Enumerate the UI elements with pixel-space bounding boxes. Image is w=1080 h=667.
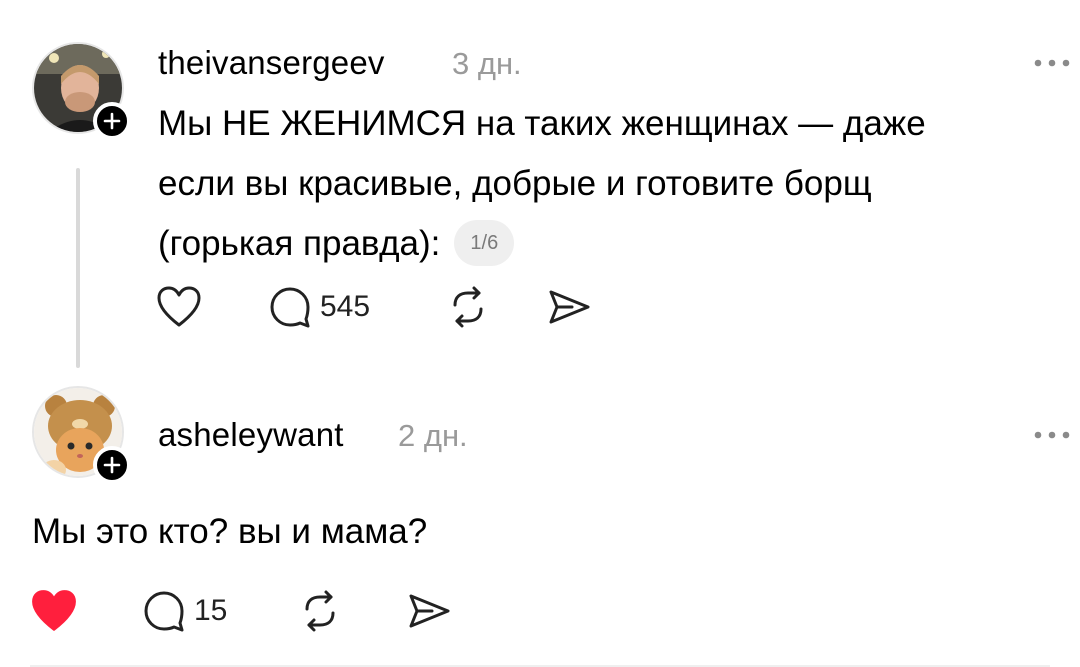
comment-button[interactable]: 545 xyxy=(268,285,446,329)
more-icon xyxy=(1034,431,1070,439)
share-button[interactable] xyxy=(406,589,452,633)
share-button[interactable] xyxy=(546,285,592,329)
heart-outline-icon xyxy=(157,286,201,327)
comment-icon xyxy=(144,591,184,632)
repost-icon xyxy=(305,590,335,632)
thread-post: theivansergeev 3 дн. Мы НЕ ЖЕНИМСЯ на та… xyxy=(0,0,1080,380)
username[interactable]: asheleywant xyxy=(158,416,344,454)
repost-button[interactable] xyxy=(298,589,406,633)
repost-button[interactable] xyxy=(446,285,546,329)
timestamp: 3 дн. xyxy=(452,46,522,81)
post-text: Мы НЕ ЖЕНИМСЯ на таких женщинах — даже е… xyxy=(158,94,926,274)
share-icon xyxy=(549,290,590,324)
follow-button[interactable] xyxy=(93,446,131,484)
reply-count: 545 xyxy=(320,290,371,323)
like-button[interactable] xyxy=(156,285,268,329)
more-button[interactable] xyxy=(1032,428,1072,440)
post-text-line-content: (горькая правда): xyxy=(158,224,441,263)
post-text-line: (горькая правда): 1/6 xyxy=(158,214,926,274)
plus-icon xyxy=(103,112,121,130)
follow-button[interactable] xyxy=(93,102,131,140)
plus-icon xyxy=(103,456,121,474)
heart-filled-icon xyxy=(32,590,76,631)
comment-button[interactable]: 15 xyxy=(142,589,298,633)
page-indicator: 1/6 xyxy=(454,219,515,266)
repost-icon xyxy=(453,286,483,328)
post-text: Мы это кто? вы и мама? xyxy=(32,512,428,551)
thread-line xyxy=(76,168,80,368)
username[interactable]: theivansergeev xyxy=(158,44,385,82)
post-text-line: если вы красивые, добрые и готовите борщ xyxy=(158,164,872,203)
thread-post: asheleywant 2 дн. Мы это кто? вы и мама?… xyxy=(0,380,1080,667)
action-bar: 15 xyxy=(30,586,452,636)
action-bar: 545 xyxy=(156,282,592,332)
post-text-line: Мы НЕ ЖЕНИМСЯ на таких женщинах — даже xyxy=(158,104,926,143)
timestamp: 2 дн. xyxy=(398,418,468,453)
share-icon xyxy=(409,594,450,628)
reply-count: 15 xyxy=(194,594,228,627)
more-button[interactable] xyxy=(1032,56,1072,68)
comment-icon xyxy=(270,287,310,328)
more-icon xyxy=(1034,59,1070,67)
like-button[interactable] xyxy=(30,588,142,634)
